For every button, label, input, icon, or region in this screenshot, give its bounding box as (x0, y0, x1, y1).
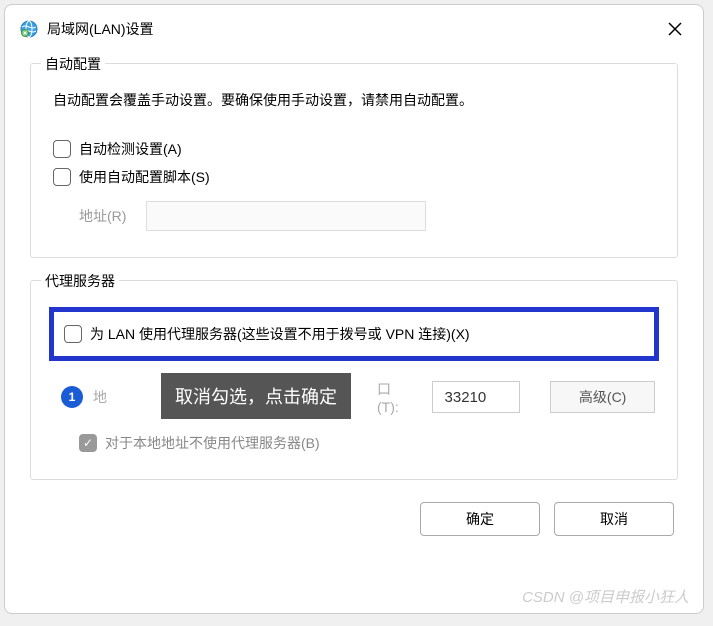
auto-detect-checkbox[interactable] (53, 140, 71, 158)
bypass-local-label: 对于本地地址不使用代理服务器(B) (105, 433, 320, 453)
auto-detect-row[interactable]: 自动检测设置(A) (53, 139, 655, 159)
dialog-title: 局域网(LAN)设置 (47, 19, 653, 39)
auto-config-group: 自动配置 自动配置会覆盖手动设置。要确保使用手动设置，请禁用自动配置。 自动检测… (30, 63, 678, 258)
dialog-button-row: 确定 取消 (30, 502, 678, 536)
use-script-checkbox[interactable] (53, 168, 71, 186)
watermark: CSDN @项目申报小狂人 (522, 586, 689, 607)
script-address-input[interactable] (146, 201, 426, 231)
use-proxy-checkbox[interactable] (64, 325, 82, 343)
bypass-local-checkbox (79, 434, 97, 452)
proxy-address-row: 1 地 取消勾选，点击确定 口(T): 33210 高级(C) (53, 379, 655, 415)
close-button[interactable] (661, 15, 689, 43)
script-address-row: 地址(R) (79, 201, 655, 231)
annotation-callout: 取消勾选，点击确定 (161, 373, 351, 419)
proxy-group-label: 代理服务器 (41, 271, 119, 291)
auto-detect-label: 自动检测设置(A) (79, 139, 182, 159)
annotation-badge: 1 (61, 386, 83, 408)
use-script-label: 使用自动配置脚本(S) (79, 167, 210, 187)
script-address-label: 地址(R) (79, 206, 126, 226)
use-script-row[interactable]: 使用自动配置脚本(S) (53, 167, 655, 187)
cancel-button[interactable]: 取消 (554, 502, 674, 536)
auto-config-group-label: 自动配置 (41, 54, 105, 74)
use-proxy-row[interactable]: 为 LAN 使用代理服务器(这些设置不用于拨号或 VPN 连接)(X) (64, 324, 644, 344)
lan-settings-dialog: 局域网(LAN)设置 自动配置 自动配置会覆盖手动设置。要确保使用手动设置，请禁… (4, 4, 704, 614)
globe-icon (19, 19, 39, 39)
ok-button[interactable]: 确定 (420, 502, 540, 536)
use-proxy-label: 为 LAN 使用代理服务器(这些设置不用于拨号或 VPN 连接)(X) (90, 324, 470, 344)
advanced-button[interactable]: 高级(C) (550, 381, 655, 413)
close-icon (668, 22, 682, 36)
proxy-highlight-box: 为 LAN 使用代理服务器(这些设置不用于拨号或 VPN 连接)(X) (49, 307, 659, 361)
proxy-port-label: 口(T): (377, 379, 410, 415)
proxy-addr-frag: 地 (93, 387, 107, 407)
dialog-content: 自动配置 自动配置会覆盖手动设置。要确保使用手动设置，请禁用自动配置。 自动检测… (5, 53, 703, 556)
titlebar: 局域网(LAN)设置 (5, 5, 703, 53)
proxy-group: 代理服务器 为 LAN 使用代理服务器(这些设置不用于拨号或 VPN 连接)(X… (30, 280, 678, 480)
proxy-port-input[interactable]: 33210 (432, 381, 521, 413)
bypass-local-row: 对于本地地址不使用代理服务器(B) (79, 433, 655, 453)
auto-config-description: 自动配置会覆盖手动设置。要确保使用手动设置，请禁用自动配置。 (53, 90, 655, 111)
